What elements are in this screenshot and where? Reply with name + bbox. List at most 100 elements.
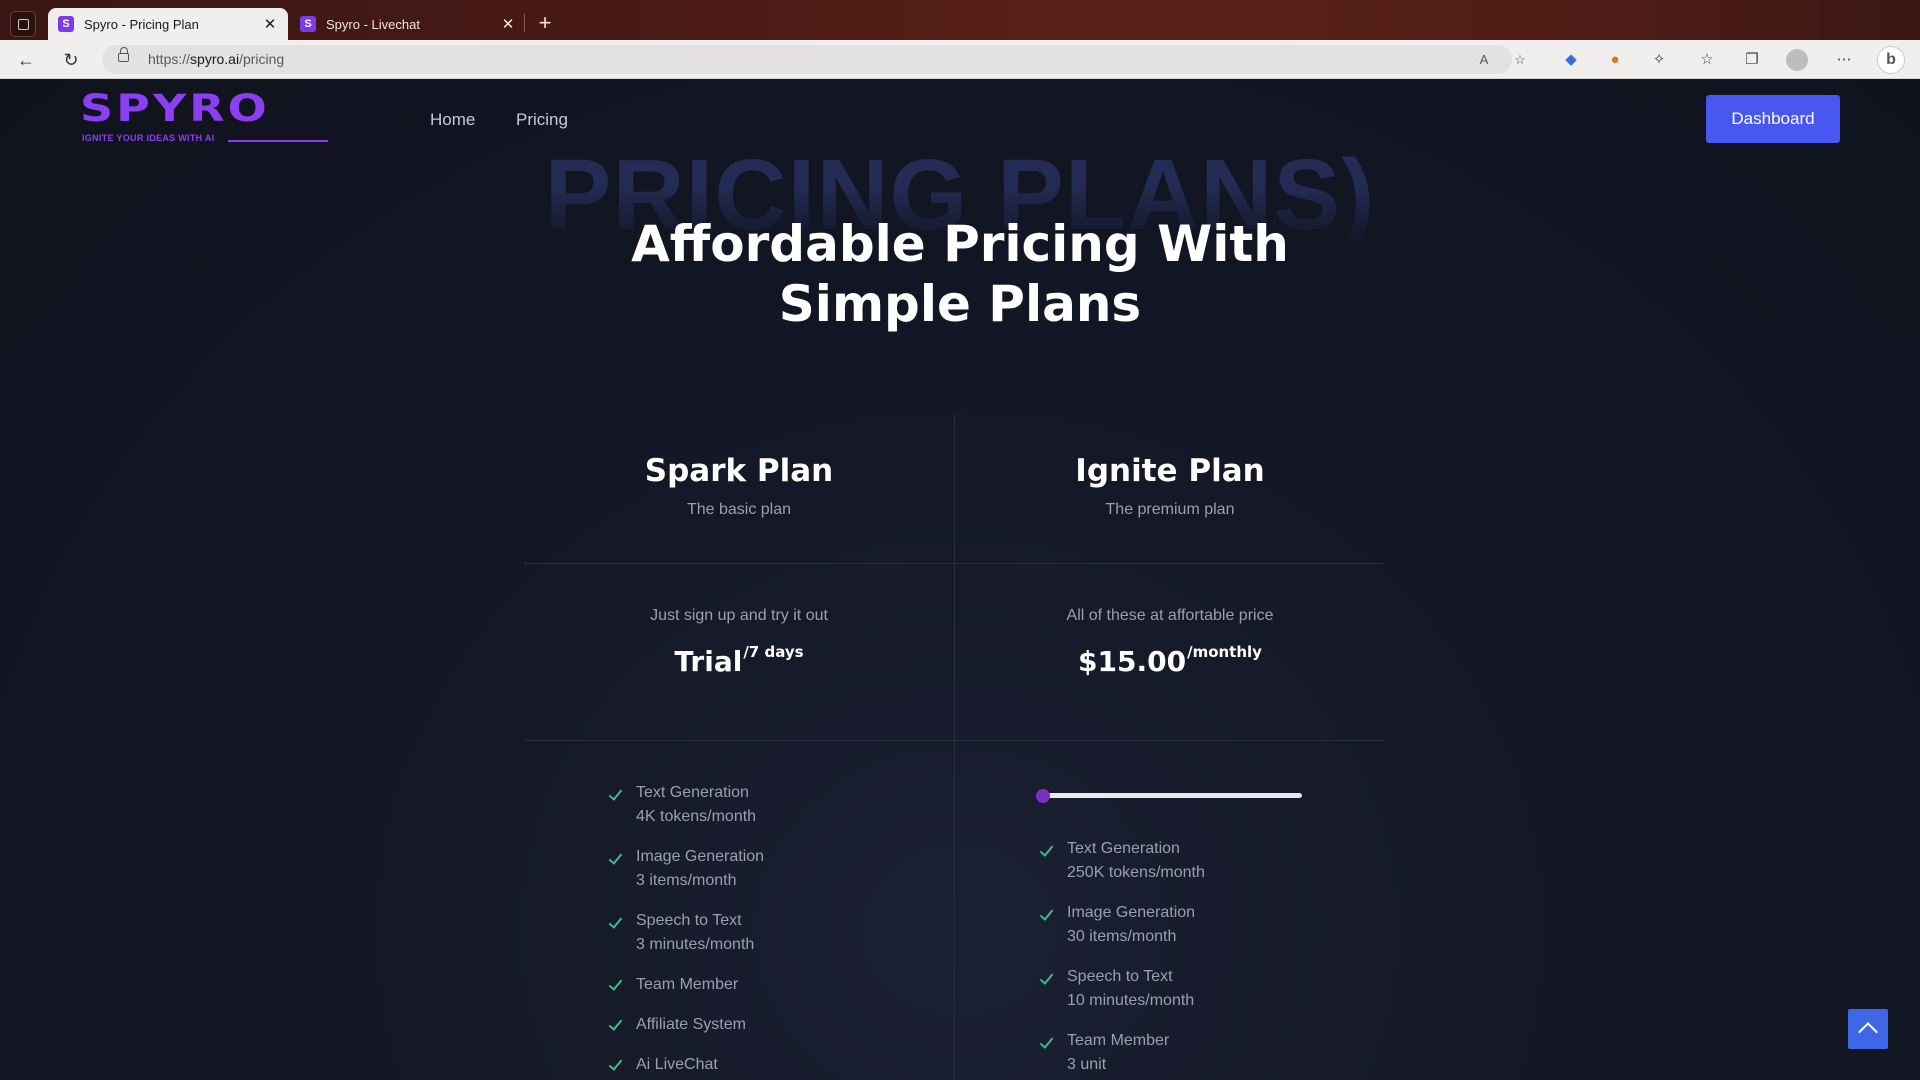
browser-tab-bar: S Spyro - Pricing Plan ✕ S Spyro - Livec…	[0, 0, 1920, 40]
plan-subtitle: The basic plan	[686, 501, 792, 518]
nav-home-link[interactable]: Home	[430, 110, 475, 130]
url-text[interactable]: https://spyro.ai/pricing	[148, 51, 284, 67]
bing-copilot-icon[interactable]: b	[1877, 46, 1905, 74]
url-domain: spyro.ai	[190, 51, 240, 67]
check-icon	[608, 787, 624, 803]
logo-underline	[228, 140, 328, 142]
collections-icon[interactable]: ❐	[1741, 49, 1763, 71]
feature-text: Image Generation 30 items/month	[1067, 901, 1195, 949]
list-item: Image Generation 3 items/month	[608, 845, 764, 893]
add-favorite-icon[interactable]: ☆	[1510, 50, 1530, 70]
pricing-page: SPYRO IGNITE YOUR IDEAS WITH AI Home Pri…	[0, 79, 1920, 1080]
more-menu-icon[interactable]: ⋯	[1833, 49, 1855, 71]
feature-title: Speech to Text	[636, 912, 742, 929]
spyro-favicon-icon: S	[300, 16, 316, 32]
list-item: Affiliate System	[608, 1013, 764, 1037]
tab-livechat[interactable]: S Spyro - Livechat ✕	[290, 8, 526, 40]
metamask-fox-icon[interactable]: ●	[1604, 49, 1626, 71]
extensions-puzzle-icon[interactable]: ✧	[1648, 49, 1670, 71]
new-tab-icon[interactable]: +	[533, 10, 557, 36]
check-icon	[1039, 843, 1055, 859]
check-icon	[1039, 907, 1055, 923]
feature-title: Affiliate System	[636, 1016, 746, 1033]
ignite-feature-list: Text Generation 250K tokens/month Image G…	[1039, 837, 1205, 1080]
check-icon	[608, 851, 624, 867]
address-bar[interactable]: https://spyro.ai/pricing A ☆	[102, 45, 1526, 74]
feature-text: Image Generation 3 items/month	[636, 845, 764, 893]
feature-title: Ai LiveChat	[636, 1056, 718, 1073]
logo-wordmark: SPYRO	[80, 85, 270, 130]
page-title-line-2: Simple Plans	[778, 275, 1142, 333]
row-divider-price	[524, 740, 1384, 741]
url-path: /pricing	[239, 51, 285, 67]
check-icon	[608, 915, 624, 931]
feature-title: Speech to Text	[1067, 968, 1173, 985]
plan-usage-slider[interactable]	[1036, 789, 1304, 803]
back-arrow-icon[interactable]: ←	[14, 48, 38, 72]
list-item: Text Generation 4K tokens/month	[608, 781, 764, 829]
list-item: Text Generation 250K tokens/month	[1039, 837, 1205, 885]
feature-title: Team Member	[636, 976, 739, 993]
close-tab-icon[interactable]: ✕	[500, 15, 516, 33]
list-item: Team Member 3 unit	[1039, 1029, 1205, 1077]
profile-avatar-icon[interactable]	[1786, 49, 1808, 71]
list-item: Image Generation 30 items/month	[1039, 901, 1205, 949]
lock-icon	[118, 47, 129, 62]
close-tab-icon[interactable]: ✕	[262, 15, 278, 33]
price-amount: $15.00	[1078, 645, 1187, 678]
list-item: Team Member	[608, 973, 764, 997]
feature-text: Team Member 3 unit	[1067, 1029, 1169, 1077]
feature-text: Text Generation 4K tokens/month	[636, 781, 756, 829]
feature-detail: 250K tokens/month	[1067, 864, 1205, 881]
plan-price: Trial/7 days	[524, 643, 954, 678]
price-period: /monthly	[1187, 643, 1262, 661]
favorites-icon[interactable]: ☆	[1696, 49, 1718, 71]
spyro-logo[interactable]: SPYRO IGNITE YOUR IDEAS WITH AI	[80, 89, 330, 149]
spark-plan-price: Just sign up and try it out Trial/7 days	[524, 607, 954, 678]
check-icon	[1039, 1035, 1055, 1051]
feature-title: Image Generation	[636, 848, 765, 865]
tab-title: Spyro - Livechat	[326, 16, 420, 32]
feature-text: Speech to Text 3 minutes/month	[636, 909, 754, 957]
list-item: Speech to Text 10 minutes/month	[1039, 965, 1205, 1013]
slider-track[interactable]	[1040, 793, 1302, 798]
feature-title: Team Member	[1067, 1032, 1170, 1049]
feature-detail: 4K tokens/month	[636, 808, 757, 825]
scroll-to-top-button[interactable]	[1848, 1009, 1888, 1049]
url-scheme: https://	[148, 51, 191, 67]
feature-text: Speech to Text 10 minutes/month	[1067, 965, 1194, 1013]
feature-title: Text Generation	[636, 784, 749, 801]
feature-text: Text Generation 250K tokens/month	[1067, 837, 1205, 885]
extension-shield-icon[interactable]: ◆	[1560, 49, 1582, 71]
feature-detail: 10 minutes/month	[1067, 992, 1195, 1009]
price-note: Just sign up and try it out	[650, 607, 828, 624]
ignite-plan-price: All of these at affortable price $15.00/…	[955, 607, 1385, 678]
page-title-line-1: Affordable Pricing With	[631, 215, 1289, 273]
tab-title: Spyro - Pricing Plan	[84, 16, 199, 32]
slider-thumb[interactable]	[1036, 789, 1050, 803]
nav-pricing-link[interactable]: Pricing	[516, 110, 568, 130]
logo-tagline: IGNITE YOUR IDEAS WITH AI	[82, 133, 215, 143]
spyro-favicon-icon: S	[58, 16, 74, 32]
tab-pricing-plan[interactable]: S Spyro - Pricing Plan ✕	[48, 8, 288, 40]
price-period: /7 days	[743, 643, 804, 661]
feature-detail: 30 items/month	[1067, 928, 1177, 945]
plan-subtitle: The premium plan	[1105, 501, 1235, 518]
plan-price: $15.00/monthly	[955, 643, 1385, 678]
check-icon	[608, 1057, 624, 1073]
feature-title: Image Generation	[1067, 904, 1196, 921]
refresh-icon[interactable]: ↻	[59, 48, 83, 72]
read-aloud-icon[interactable]: A	[1474, 50, 1494, 70]
row-divider-header	[524, 563, 1384, 564]
check-icon	[608, 1017, 624, 1033]
feature-title: Text Generation	[1067, 840, 1180, 857]
list-item: Ai LiveChat	[608, 1053, 764, 1077]
check-icon	[1039, 971, 1055, 987]
dashboard-button[interactable]: Dashboard	[1706, 95, 1840, 143]
tab-actions-icon[interactable]	[10, 11, 36, 37]
plan-name: Spark Plan	[644, 453, 834, 489]
feature-detail: 3 minutes/month	[636, 936, 755, 953]
plan-name: Ignite Plan	[1075, 453, 1265, 489]
spark-feature-list: Text Generation 4K tokens/month Image Gen…	[608, 781, 764, 1080]
ignite-plan-header: Ignite Plan The premium plan	[955, 453, 1385, 519]
